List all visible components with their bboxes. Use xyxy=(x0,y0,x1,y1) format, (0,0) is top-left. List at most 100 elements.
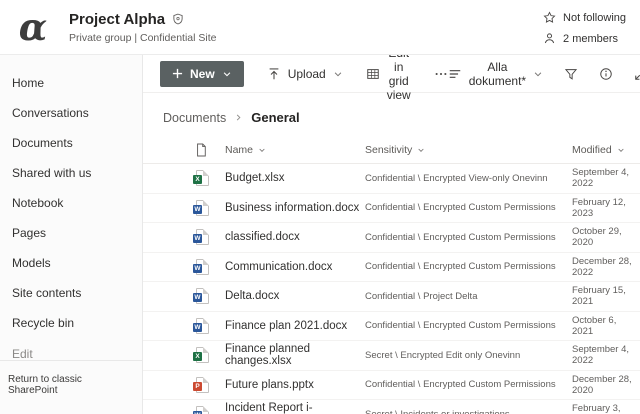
info-button[interactable] xyxy=(599,67,613,81)
main-content: New Upload xyxy=(143,55,640,414)
table-row[interactable]: W classified.docx Confidential \ Encrypt… xyxy=(143,223,640,253)
table-row[interactable]: W Finance plan 2021.docx Confidential \ … xyxy=(143,312,640,342)
table-row[interactable]: X Finance planned changes.xlsx Secret \ … xyxy=(143,341,640,371)
file-sensitivity-label: Secret \ Incidents or investigations xyxy=(365,409,572,414)
breadcrumb-documents[interactable]: Documents xyxy=(163,111,226,125)
sidebar-item-documents[interactable]: Documents xyxy=(0,128,142,158)
breadcrumb: Documents General xyxy=(143,93,640,137)
file-sensitivity-label: Secret \ Encrypted Edit only Onevinn xyxy=(365,350,572,361)
sidebar-item-models[interactable]: Models xyxy=(0,248,142,278)
site-title-block: Project Alpha Private group | Confidenti… xyxy=(69,11,216,44)
powerpoint-file-icon: P xyxy=(196,377,209,393)
funnel-icon xyxy=(564,67,578,81)
file-name-link[interactable]: Communication.docx xyxy=(225,261,365,273)
word-file-icon: W xyxy=(196,200,209,216)
view-selector[interactable]: Alla dokument* xyxy=(448,60,543,88)
file-modified-date: October 6, 2021 xyxy=(572,315,640,337)
breadcrumb-current-folder: General xyxy=(251,110,299,125)
sidebar-nav: Home Conversations Documents Shared with… xyxy=(0,55,143,414)
site-logo-letter: α xyxy=(19,5,47,49)
word-file-icon: W xyxy=(196,259,209,275)
word-file-icon: W xyxy=(196,406,209,414)
file-modified-date: September 4, 2022 xyxy=(572,344,640,366)
file-sensitivity-label: Confidential \ Project Delta xyxy=(365,291,572,302)
new-button[interactable]: New xyxy=(160,61,244,87)
file-type-column-icon[interactable] xyxy=(183,143,225,157)
fullscreen-button[interactable] xyxy=(634,67,640,81)
sidebar-item-pages[interactable]: Pages xyxy=(0,218,142,248)
file-name-link[interactable]: Incident Report i-234612.docx xyxy=(225,402,365,414)
chevron-down-icon xyxy=(258,146,266,154)
document-library: Name Sensitivity Modified xyxy=(143,137,640,414)
file-name-link[interactable]: classified.docx xyxy=(225,231,365,243)
table-row[interactable]: W Incident Report i-234612.docx Secret \… xyxy=(143,400,640,414)
site-subtitle: Private group | Confidential Site xyxy=(69,32,216,44)
file-sensitivity-label: Confidential \ Encrypted View-only Onevi… xyxy=(365,173,572,184)
table-row[interactable]: W Business information.docx Confidential… xyxy=(143,194,640,224)
sidebar-item-conversations[interactable]: Conversations xyxy=(0,98,142,128)
table-header: Name Sensitivity Modified xyxy=(143,137,640,164)
file-sensitivity-label: Confidential \ Encrypted Custom Permissi… xyxy=(365,261,572,272)
excel-file-icon: X xyxy=(196,170,209,186)
view-options-icon xyxy=(448,67,462,81)
excel-file-icon: X xyxy=(196,347,209,363)
table-row[interactable]: W Communication.docx Confidential \ Encr… xyxy=(143,253,640,283)
new-button-label: New xyxy=(190,67,215,81)
chevron-down-icon xyxy=(617,146,625,154)
column-header-modified[interactable]: Modified xyxy=(572,144,640,156)
sidebar-item-recycle-bin[interactable]: Recycle bin xyxy=(0,308,142,338)
site-header: α Project Alpha Private group | Confiden… xyxy=(0,0,640,55)
sidebar-item-shared-with-us[interactable]: Shared with us xyxy=(0,158,142,188)
table-row[interactable]: X Budget.xlsx Confidential \ Encrypted V… xyxy=(143,164,640,194)
sidebar-item-home[interactable]: Home xyxy=(0,68,142,98)
star-icon xyxy=(543,11,556,24)
chevron-down-icon xyxy=(417,146,425,154)
file-sensitivity-label: Confidential \ Encrypted Custom Permissi… xyxy=(365,379,572,390)
file-name-link[interactable]: Budget.xlsx xyxy=(225,172,365,184)
file-modified-date: October 29, 2020 xyxy=(572,226,640,248)
column-header-sensitivity[interactable]: Sensitivity xyxy=(365,144,572,156)
classic-sharepoint-link[interactable]: Return to classic SharePoint xyxy=(0,360,142,414)
header-actions: Not following 2 members xyxy=(543,9,626,45)
table-row[interactable]: P Future plans.pptx Confidential \ Encry… xyxy=(143,371,640,401)
person-icon xyxy=(543,32,556,45)
upload-icon xyxy=(267,67,281,81)
file-modified-date: February 3, 2022 xyxy=(572,403,640,414)
view-selector-label: Alla dokument* xyxy=(469,60,526,88)
file-name-link[interactable]: Business information.docx xyxy=(225,202,365,214)
follow-button[interactable]: Not following xyxy=(543,11,626,24)
sensitivity-label-icon xyxy=(172,13,184,25)
more-commands-button[interactable] xyxy=(434,67,448,81)
upload-button[interactable]: Upload xyxy=(267,67,343,81)
sidebar-items: Home Conversations Documents Shared with… xyxy=(0,68,142,338)
follow-label: Not following xyxy=(563,12,626,24)
chevron-down-icon xyxy=(222,69,232,79)
members-button[interactable]: 2 members xyxy=(543,32,618,45)
site-logo[interactable]: α xyxy=(10,4,56,50)
file-name-link[interactable]: Finance planned changes.xlsx xyxy=(225,343,365,367)
word-file-icon: W xyxy=(196,229,209,245)
file-name-link[interactable]: Delta.docx xyxy=(225,290,365,302)
info-icon xyxy=(599,67,613,81)
site-title[interactable]: Project Alpha xyxy=(69,11,165,28)
file-name-link[interactable]: Future plans.pptx xyxy=(225,379,365,391)
sidebar-item-site-contents[interactable]: Site contents xyxy=(0,278,142,308)
filter-button[interactable] xyxy=(564,67,578,81)
expand-icon xyxy=(634,67,640,81)
file-sensitivity-label: Confidential \ Encrypted Custom Permissi… xyxy=(365,202,572,213)
command-bar: New Upload xyxy=(143,55,640,93)
sidebar-item-notebook[interactable]: Notebook xyxy=(0,188,142,218)
table-row[interactable]: W Delta.docx Confidential \ Project Delt… xyxy=(143,282,640,312)
column-header-name[interactable]: Name xyxy=(225,144,365,156)
file-sensitivity-label: Confidential \ Encrypted Custom Permissi… xyxy=(365,232,572,243)
file-sensitivity-label: Confidential \ Encrypted Custom Permissi… xyxy=(365,320,572,331)
command-bar-right: Alla dokument* xyxy=(448,60,640,88)
grid-icon xyxy=(366,67,380,81)
ellipsis-icon xyxy=(434,67,448,81)
file-modified-date: February 12, 2023 xyxy=(572,197,640,219)
file-name-link[interactable]: Finance plan 2021.docx xyxy=(225,320,365,332)
chevron-down-icon xyxy=(533,69,543,79)
file-modified-date: December 28, 2022 xyxy=(572,256,640,278)
chevron-right-icon xyxy=(234,113,243,122)
members-label: 2 members xyxy=(563,33,618,45)
